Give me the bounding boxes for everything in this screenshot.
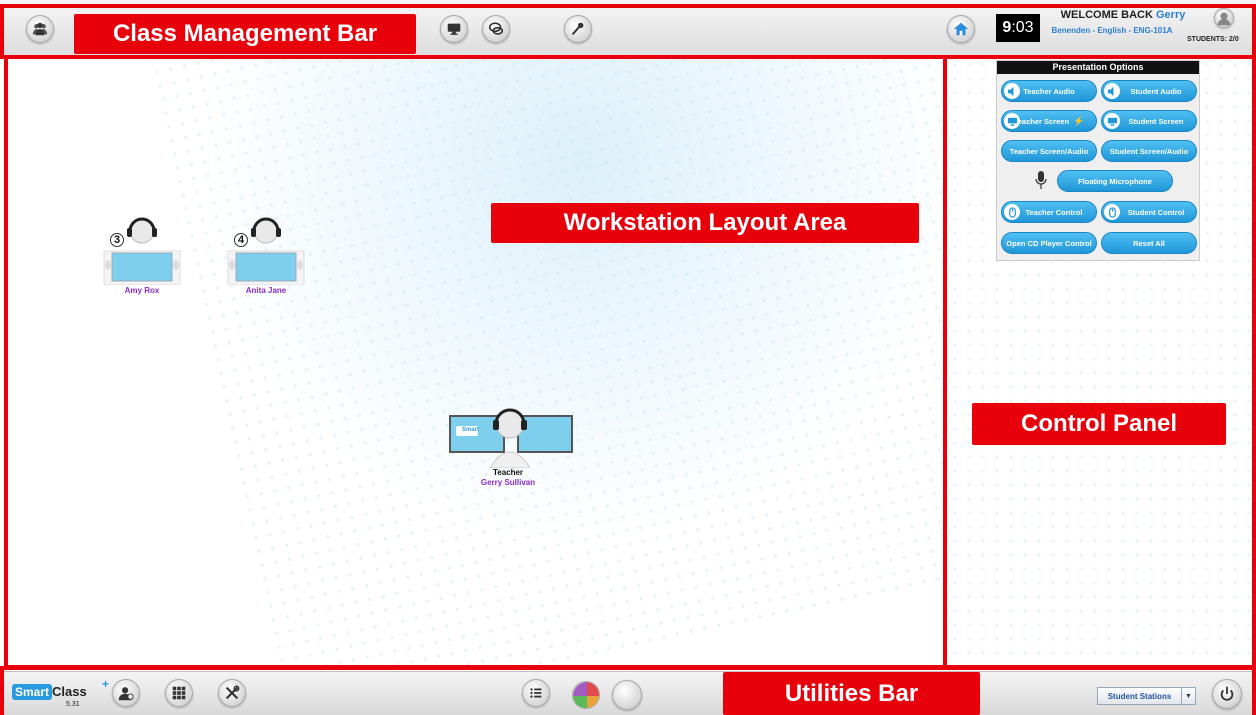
smartclass-window: 9:03 WELCOME BACK Gerry Benenden - Engli… xyxy=(0,0,1256,715)
control-panel-frame xyxy=(943,55,1256,669)
utilities-bar-label: Utilities Bar xyxy=(723,672,980,715)
control-panel-label: Control Panel xyxy=(972,403,1226,445)
workstation-area-frame xyxy=(4,55,947,669)
class-management-bar-label: Class Management Bar xyxy=(74,14,416,54)
utilities-bar-frame xyxy=(0,666,1256,715)
workstation-layout-area-label: Workstation Layout Area xyxy=(491,203,919,243)
